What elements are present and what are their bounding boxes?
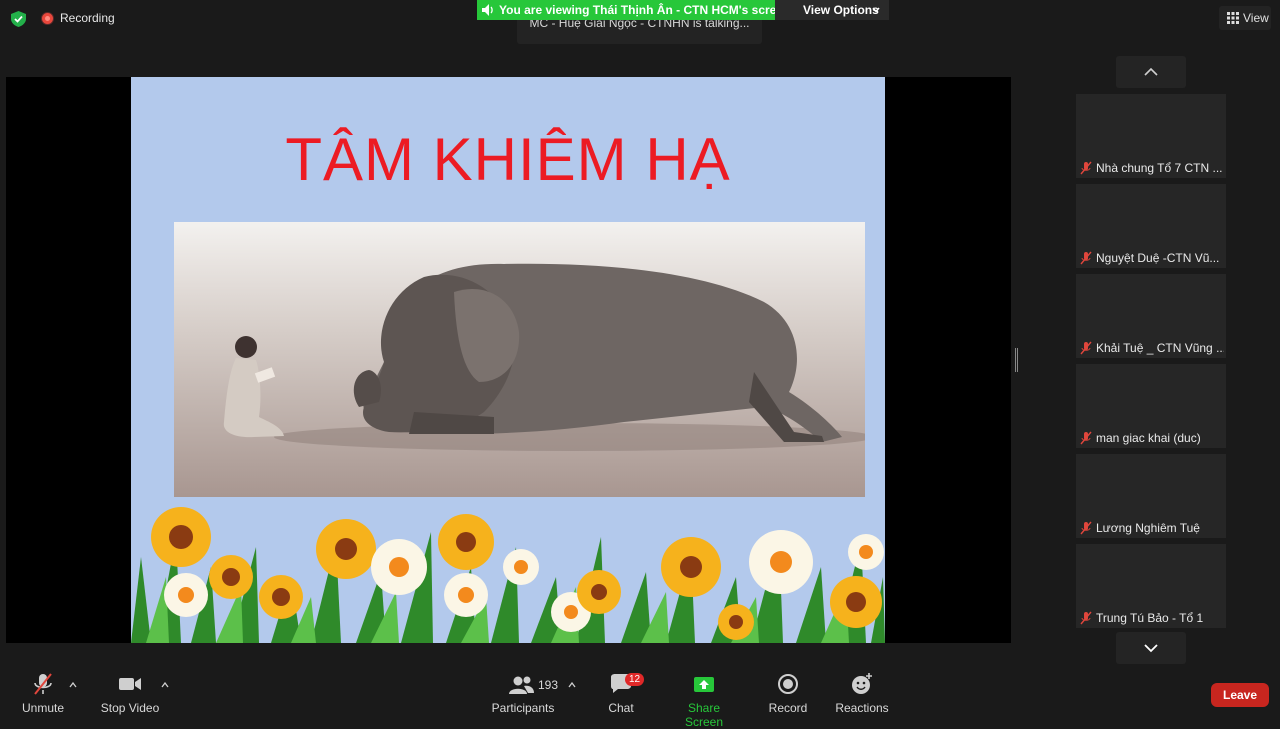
speaker-icon: [482, 4, 493, 16]
share-screen-label: Share Screen: [684, 701, 724, 729]
participant-name: man giac khai (duc): [1096, 431, 1201, 445]
leave-button[interactable]: Leave: [1211, 683, 1269, 707]
smiley-add-icon: [852, 673, 872, 694]
record-icon: [778, 674, 798, 694]
chevron-down-icon: [872, 7, 880, 13]
recording-label[interactable]: Recording: [60, 11, 115, 25]
muted-mic-icon: [1080, 251, 1092, 265]
view-options-label: View Options: [803, 3, 879, 17]
muted-mic-icon: [1080, 161, 1092, 175]
participant-tile[interactable]: Nhà chung Tổ 7 CTN ...: [1076, 94, 1226, 178]
participant-tile[interactable]: Khải Tuệ _ CTN Vũng ...: [1076, 274, 1226, 358]
participant-tile[interactable]: Trung Tú Bảo - Tổ 1: [1076, 544, 1226, 628]
chevron-down-icon: [1144, 644, 1158, 653]
grid-icon: [1227, 12, 1239, 24]
audio-options-caret-icon[interactable]: [69, 682, 77, 688]
chat-unread-badge: 12: [625, 673, 644, 686]
participant-name: Nguyệt Duệ -CTN Vũ...: [1096, 251, 1220, 265]
shield-icon[interactable]: [11, 11, 26, 27]
viewing-banner: You are viewing Thái Thịnh Ân - CTN HCM'…: [477, 0, 790, 20]
muted-mic-icon: [1080, 341, 1092, 355]
view-layout-button[interactable]: View: [1219, 6, 1271, 30]
video-options-caret-icon[interactable]: [161, 682, 169, 688]
scroll-down-button[interactable]: [1116, 632, 1186, 664]
reactions-button[interactable]: Reactions: [834, 672, 890, 718]
muted-mic-icon: [1080, 611, 1092, 625]
panel-resize-handle[interactable]: [1015, 348, 1018, 372]
view-options-button[interactable]: View Options: [775, 0, 889, 20]
participants-options-caret-icon[interactable]: [568, 682, 576, 688]
scroll-up-button[interactable]: [1116, 56, 1186, 88]
chat-label: Chat: [608, 701, 634, 715]
unmute-label: Unmute: [21, 701, 65, 715]
unmute-button[interactable]: Unmute: [18, 672, 68, 718]
stop-video-label: Stop Video: [100, 701, 160, 715]
stop-video-button[interactable]: Stop Video: [98, 672, 162, 718]
participant-name: Khải Tuệ _ CTN Vũng ...: [1096, 341, 1224, 355]
participant-name: Nhà chung Tổ 7 CTN ...: [1096, 161, 1223, 175]
participant-tile[interactable]: man giac khai (duc): [1076, 364, 1226, 448]
muted-mic-icon: [1080, 431, 1092, 445]
record-label: Record: [768, 701, 808, 715]
presentation-slide: TÂM KHIÊM HẠ: [131, 77, 885, 643]
participant-tile[interactable]: Lương Nghiêm Tuệ: [1076, 454, 1226, 538]
participant-name: Lương Nghiêm Tuệ: [1096, 521, 1200, 535]
participants-label: Participants: [491, 701, 555, 715]
video-camera-icon: [119, 678, 141, 690]
flower-border-illustration: [131, 497, 885, 643]
reactions-label: Reactions: [835, 701, 889, 715]
viewing-banner-text: You are viewing Thái Thịnh Ân - CTN HCM'…: [499, 3, 791, 17]
muted-microphone-icon: [34, 673, 52, 695]
record-button[interactable]: Record: [766, 672, 810, 718]
chevron-up-icon: [1144, 67, 1158, 76]
share-screen-icon: [694, 677, 714, 692]
slide-title: TÂM KHIÊM HẠ: [285, 126, 731, 193]
elephant-and-child-photo: [174, 222, 865, 498]
participant-tile[interactable]: Nguyệt Duệ -CTN Vũ...: [1076, 184, 1226, 268]
recording-indicator-icon[interactable]: [41, 12, 54, 25]
view-label: View: [1243, 11, 1269, 25]
participant-count: 193: [538, 678, 559, 692]
participant-name: Trung Tú Bảo - Tổ 1: [1096, 611, 1204, 625]
muted-mic-icon: [1080, 521, 1092, 535]
share-screen-button[interactable]: Share Screen: [668, 672, 740, 729]
